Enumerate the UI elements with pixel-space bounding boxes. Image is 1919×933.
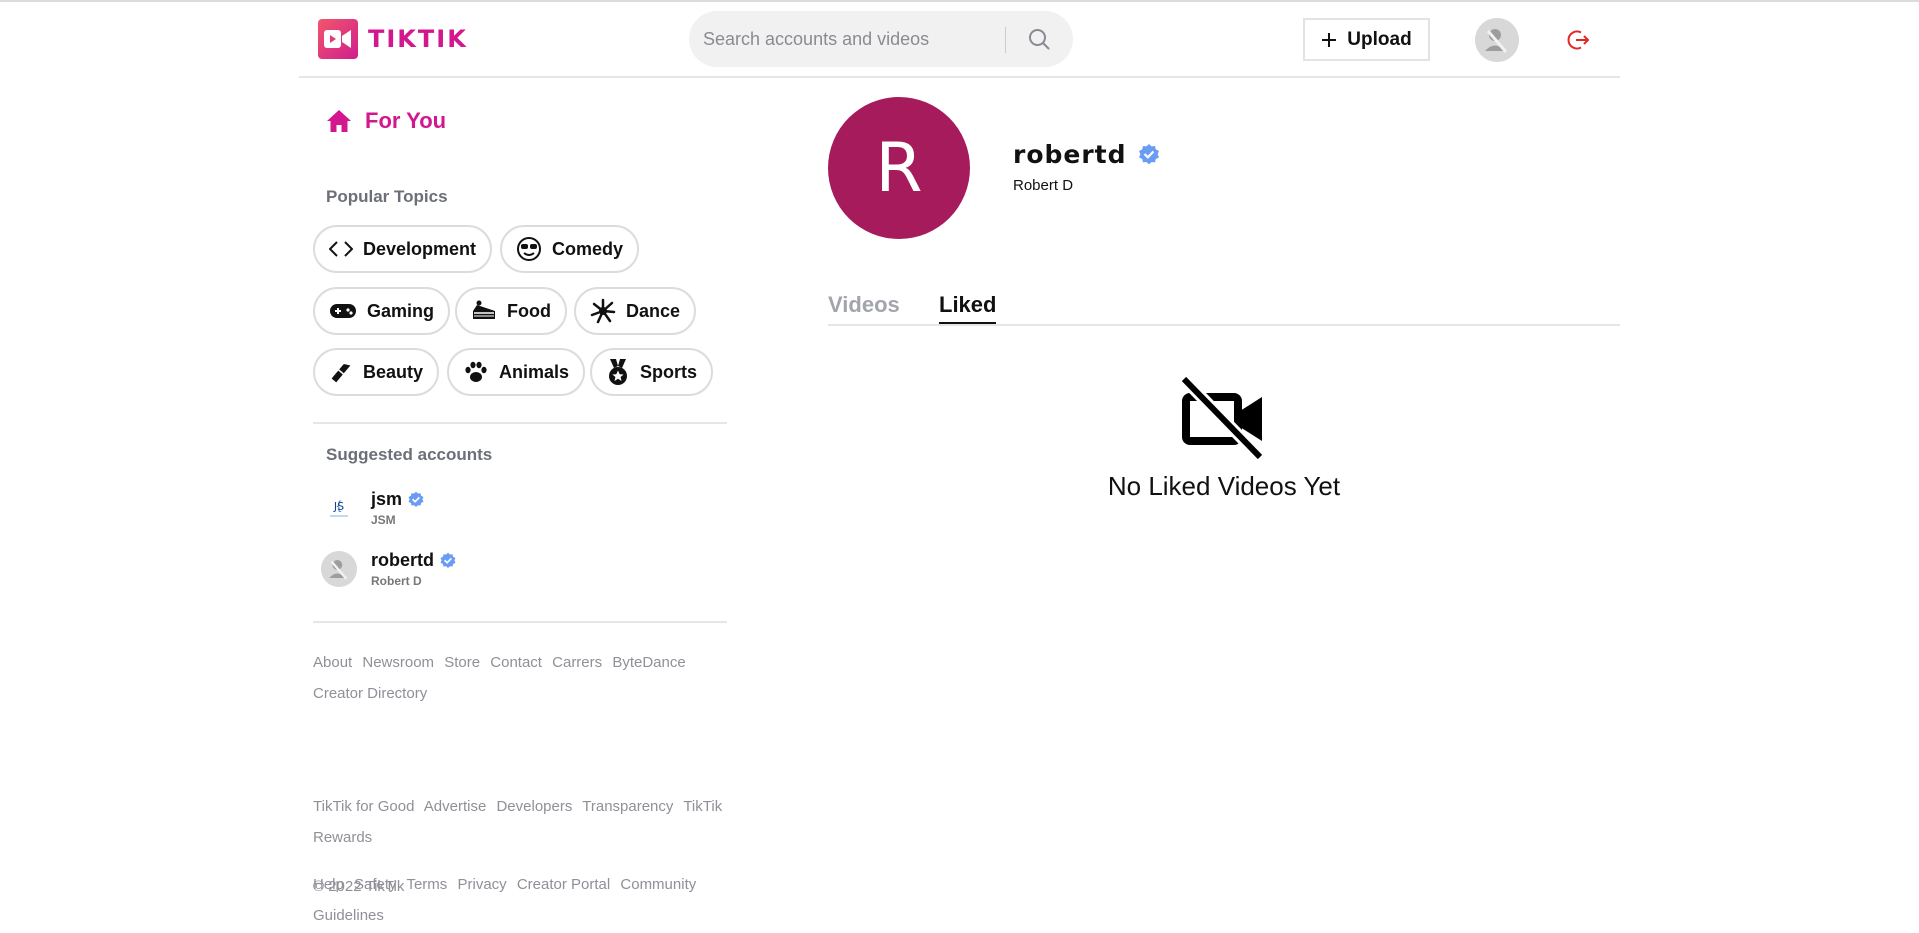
user-avatar[interactable] [1475,18,1519,62]
paw-icon [465,361,487,382]
empty-message: No Liked Videos Yet [1107,471,1341,501]
topic-label: Beauty [363,361,424,382]
video-camera-logo-icon [324,30,351,48]
suggested-account-jsm[interactable]: { JS jsm JSM [321,489,425,527]
jsm-logo: { JS [321,490,357,526]
footer-link-store[interactable]: Store [444,654,480,671]
topic-label: Sports [640,361,698,382]
popular-topics-title: Popular Topics [326,187,448,206]
topic-label: Animals [499,361,570,382]
account-name-row: robertd [371,550,457,571]
suggested-accounts-title: Suggested accounts [326,445,493,464]
footer-link-privacy[interactable]: Privacy [457,876,506,893]
sidebar-divider [313,422,727,424]
topic-label: Food [507,300,551,321]
footer-link-tiktik-for-good[interactable]: TikTik for Good [313,798,414,815]
topic-label: Gaming [367,300,435,321]
home-icon [327,110,351,132]
tab-liked[interactable]: Liked [939,292,997,324]
topic-comedy[interactable]: Comedy [500,225,640,273]
topic-animals[interactable]: Animals [447,348,586,396]
logout-button[interactable] [1566,28,1590,52]
robertd-avatar [321,551,357,587]
footer-link-transparency[interactable]: Transparency [582,798,673,815]
footer-link-about[interactable]: About [313,654,352,671]
plus-icon [1322,32,1337,47]
account-subtitle: Robert D [371,574,422,588]
footer-link-newsroom[interactable]: Newsroom [362,654,434,671]
topic-dance[interactable]: Dance [574,287,697,335]
navbar: TIKTIK Upload [299,2,1620,78]
footer-links-group-1: About Newsroom Store Contact Carrers Byt… [313,647,727,709]
account-name-row: jsm [371,489,425,510]
logo-mark [318,19,358,59]
verified-icon [1138,143,1159,164]
topic-development[interactable]: Development [313,225,493,273]
sidebar-divider [313,621,727,623]
empty-state: No Liked Videos Yet [1040,375,1408,502]
search-bar [689,11,1073,67]
search-divider [1005,27,1006,53]
footer-link-creator-directory[interactable]: Creator Directory [313,685,427,702]
topic-sports[interactable]: Sports [590,348,714,396]
footer-link-bytedance[interactable]: ByteDance [612,654,685,671]
gamepad-icon [330,304,356,318]
topic-label: Comedy [552,238,624,259]
profile-username: robertd [1013,140,1127,169]
default-user-icon [321,551,357,587]
search-icon [1029,29,1050,50]
code-icon [329,241,353,257]
verified-icon [408,491,424,507]
footer-link-developers[interactable]: Developers [496,798,572,815]
lipstick-icon [331,363,351,383]
footer-link-advertise[interactable]: Advertise [424,798,487,815]
footer-link-creator-portal[interactable]: Creator Portal [517,876,610,893]
logout-icon [1567,30,1590,50]
logo[interactable]: TIKTIK [318,19,468,59]
account-subtitle: JSM [371,513,396,527]
account-text: jsm JSM [371,489,425,527]
profile-display-name: Robert D [1013,177,1074,194]
cool-face-icon [517,237,541,261]
spark-icon [590,298,616,324]
topic-label: Dance [626,300,681,321]
logo-text: TIKTIK [368,25,468,53]
jsm-logo-icon: { JS [330,499,348,517]
upload-button[interactable]: Upload [1303,18,1430,61]
account-name: jsm [371,489,403,509]
video-off-icon [1180,375,1265,461]
search-input[interactable] [703,11,1003,67]
tab-videos[interactable]: Videos [828,292,900,322]
default-user-icon [1475,18,1519,62]
cake-icon [473,300,495,319]
copyright: © 2022 TikTik [313,878,405,895]
for-you-link[interactable]: For You [326,108,446,134]
footer-link-contact[interactable]: Contact [490,654,542,671]
account-name: robertd [371,550,434,570]
footer-link-carrers[interactable]: Carrers [552,654,602,671]
topic-beauty[interactable]: Beauty [313,348,440,396]
profile-name-row: robertd [1013,140,1161,169]
footer-links-group-2: TikTik for Good Advertise Developers Tra… [313,791,727,853]
topic-label: Development [363,238,477,259]
search-button[interactable] [1015,19,1063,59]
footer-link-terms[interactable]: Terms [406,876,447,893]
for-you-label: For You [365,108,447,133]
profile-avatar: R [828,97,970,239]
account-text: robertd Robert D [371,550,457,588]
profile-tabs: Videos Liked [828,290,1620,326]
verified-icon [440,552,456,568]
suggested-account-robertd[interactable]: robertd Robert D [321,550,457,588]
medal-icon [609,359,627,385]
topic-food[interactable]: Food [455,287,567,335]
topic-gaming[interactable]: Gaming [313,287,451,335]
svg-text:JS: JS [333,500,344,513]
upload-label: Upload [1347,28,1412,50]
